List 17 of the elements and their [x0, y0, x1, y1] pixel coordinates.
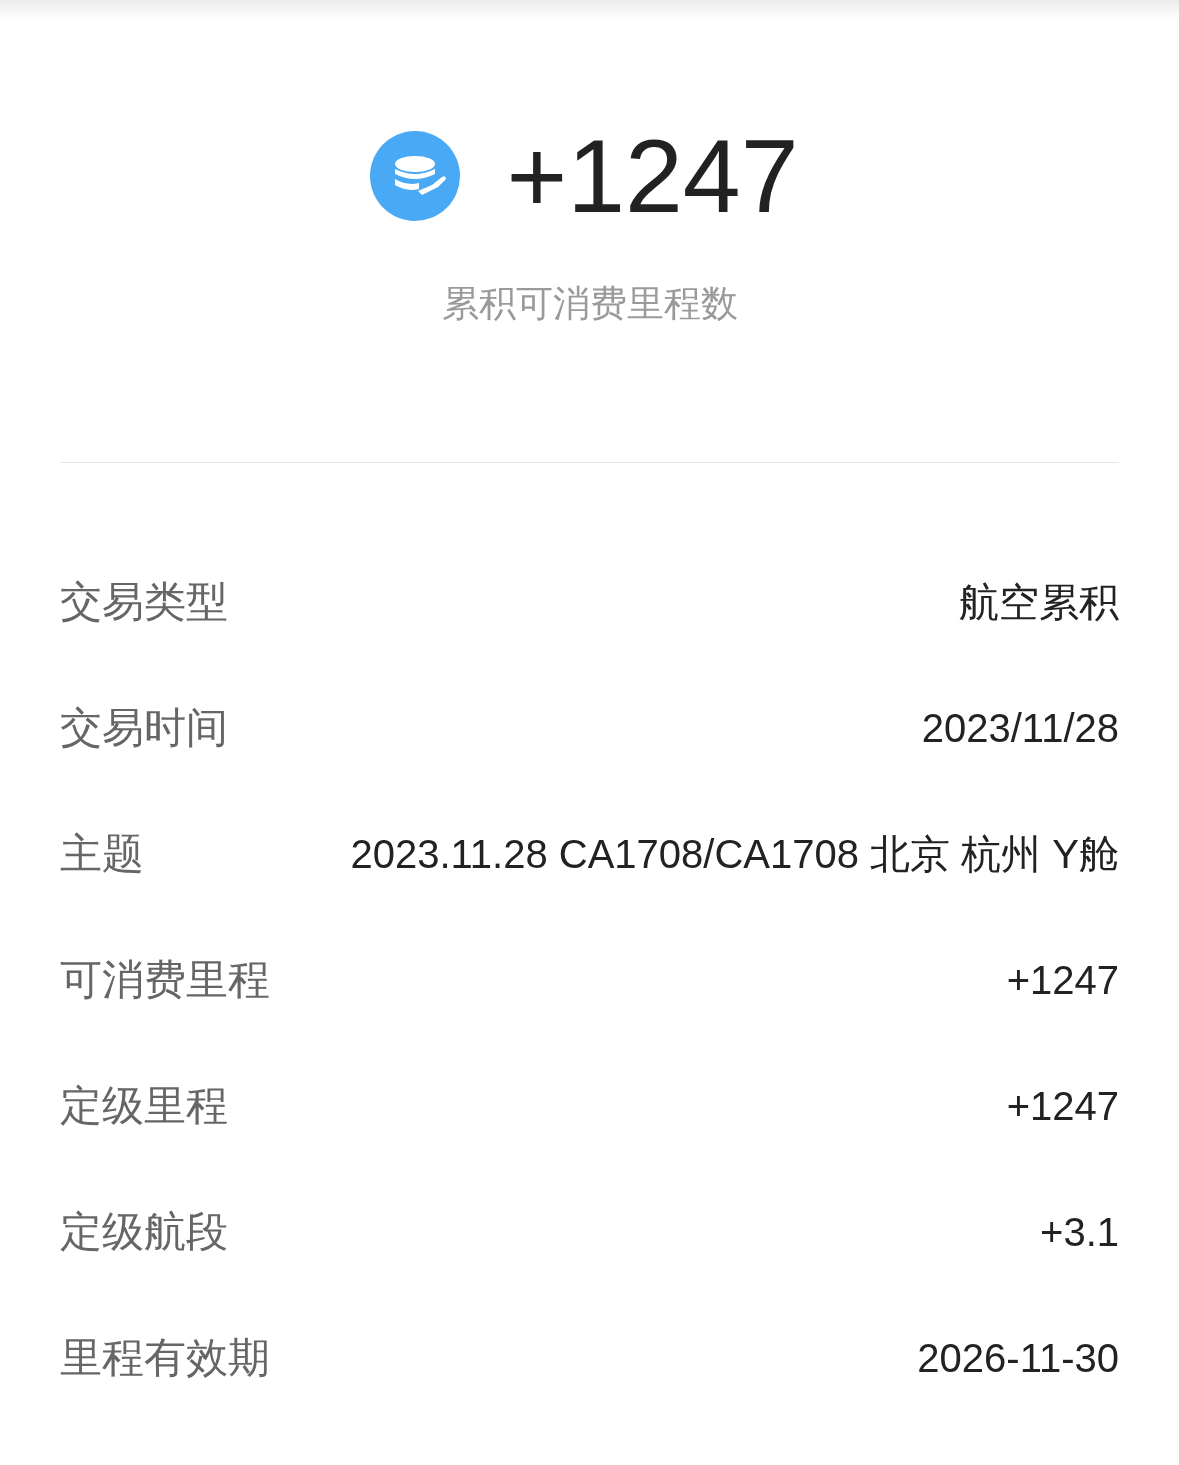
caption: 累积可消费里程数	[440, 282, 739, 326]
detail-label: 定级航段	[60, 1207, 228, 1257]
detail-value: 航空累积	[959, 578, 1119, 626]
detail-value: 2023/11/28	[921, 704, 1119, 752]
detail-label: 定级里程	[60, 1081, 228, 1131]
detail-label: 交易时间	[60, 703, 228, 753]
detail-value: 2026-11-30	[917, 1334, 1119, 1382]
detail-value: 2023.11.28 CA1708/CA1708 北京 杭州 Y舱	[350, 830, 1119, 878]
detail-value: +1247	[1006, 1082, 1119, 1130]
detail-value: +3.1	[1040, 1208, 1119, 1256]
detail-label: 交易类型	[60, 577, 228, 627]
detail-value: +1247	[1006, 956, 1119, 1004]
detail-label: 可消费里程	[60, 955, 270, 1005]
coins-icon	[370, 131, 461, 221]
amount: +1247	[506, 124, 799, 228]
detail-label: 里程有效期	[60, 1333, 270, 1383]
detail-label: 主题	[60, 829, 144, 879]
